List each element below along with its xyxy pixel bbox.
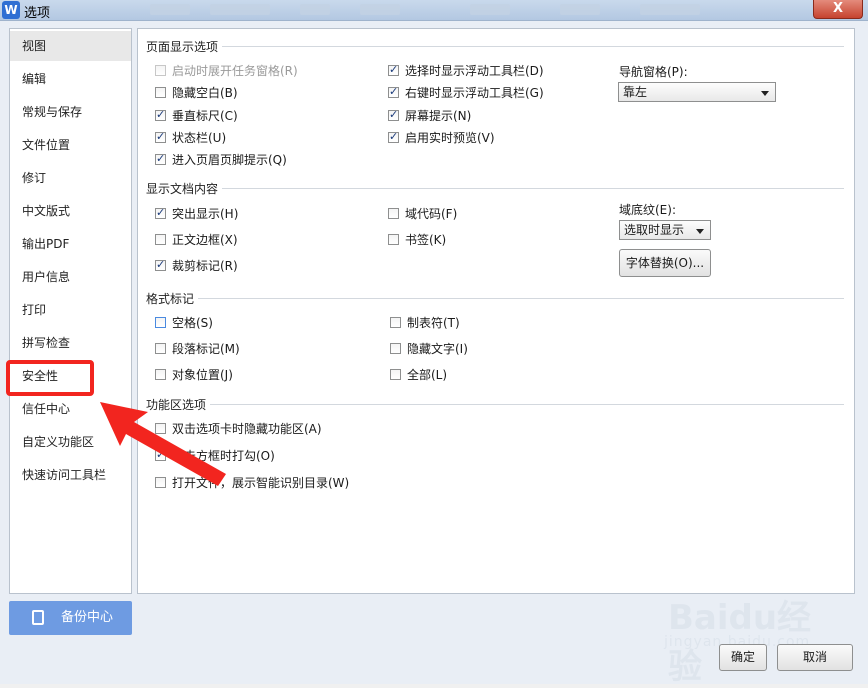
checkbox[interactable]: [390, 369, 401, 380]
sidebar-item-view[interactable]: 视图: [10, 31, 131, 61]
ok-button[interactable]: 确定: [719, 644, 767, 671]
checkbox[interactable]: [155, 369, 166, 380]
backup-icon: [32, 610, 44, 625]
checkbox[interactable]: [390, 317, 401, 328]
sidebar-item-customize-ribbon[interactable]: 自定义功能区: [10, 427, 131, 457]
sidebar-item-print[interactable]: 打印: [10, 295, 131, 325]
checkbox[interactable]: [155, 205, 166, 221]
sidebar-item-general-save[interactable]: 常规与保存: [10, 97, 131, 127]
checkbox[interactable]: [388, 107, 399, 123]
nav-pane-label: 导航窗格(P):: [619, 65, 688, 79]
options-panel: 页面显示选项 启动时展开任务窗格(R) 隐藏空白(B) 垂直标尺(C) 状态栏(…: [137, 28, 855, 594]
options-sidebar: 视图 编辑 常规与保存 文件位置 修订 中文版式 输出PDF 用户信息 打印 拼…: [9, 28, 132, 594]
backup-center-button[interactable]: 备份中心: [9, 601, 132, 635]
divider: [198, 298, 844, 299]
background-blur: [360, 4, 400, 15]
divider: [222, 188, 844, 189]
sidebar-item-spell-check[interactable]: 拼写检查: [10, 328, 131, 358]
nav-pane-select[interactable]: 靠左: [618, 82, 776, 102]
sidebar-item-edit[interactable]: 编辑: [10, 64, 131, 94]
background-blur: [470, 4, 510, 15]
security-highlight-box: [6, 360, 94, 396]
background-blur: [560, 4, 600, 15]
checkbox[interactable]: [155, 257, 166, 273]
sidebar-item-user-info[interactable]: 用户信息: [10, 262, 131, 292]
checkbox[interactable]: [155, 447, 166, 463]
checkbox[interactable]: [388, 84, 399, 100]
sidebar-item-chinese-layout[interactable]: 中文版式: [10, 196, 131, 226]
sidebar-item-file-location[interactable]: 文件位置: [10, 130, 131, 160]
chevron-down-icon: [761, 91, 769, 96]
checkbox[interactable]: [390, 343, 401, 354]
section-title-ribbon: 功能区选项: [146, 398, 207, 412]
checkbox[interactable]: [388, 62, 399, 78]
window-title: 选项: [24, 6, 51, 21]
section-title-page-display: 页面显示选项: [146, 40, 219, 54]
checkbox[interactable]: [155, 317, 166, 328]
sidebar-item-revision[interactable]: 修订: [10, 163, 131, 193]
checkbox[interactable]: [155, 87, 166, 98]
field-shading-select[interactable]: 选取时显示: [619, 220, 711, 240]
checkbox[interactable]: [388, 129, 399, 145]
checkbox[interactable]: [155, 65, 166, 76]
sidebar-item-trust-center[interactable]: 信任中心: [10, 394, 131, 424]
field-shading-label: 域底纹(E):: [619, 203, 676, 217]
sidebar-item-quick-access-toolbar[interactable]: 快速访问工具栏: [10, 460, 131, 490]
section-title-format-marks: 格式标记: [146, 292, 195, 306]
background-blur: [640, 4, 700, 15]
wps-app-icon: W: [2, 1, 20, 19]
backup-center-label: 备份中心: [61, 610, 114, 625]
divider: [210, 404, 844, 405]
checkbox[interactable]: [155, 107, 166, 123]
font-replace-button[interactable]: 字体替换(O)...: [619, 249, 711, 277]
cancel-button[interactable]: 取消: [777, 644, 853, 671]
checkbox[interactable]: [155, 423, 166, 434]
checkbox[interactable]: [155, 129, 166, 145]
checkbox[interactable]: [388, 208, 399, 219]
background-blur: [150, 4, 190, 15]
checkbox[interactable]: [388, 234, 399, 245]
close-button[interactable]: X: [813, 0, 863, 19]
background-blur: [300, 4, 330, 15]
checkbox[interactable]: [155, 234, 166, 245]
section-title-doc-content: 显示文档内容: [146, 182, 219, 196]
checkbox[interactable]: [155, 343, 166, 354]
background-blur: [210, 4, 270, 15]
divider: [222, 46, 844, 47]
title-bar: W 选项 X: [0, 0, 868, 21]
checkbox[interactable]: [155, 151, 166, 167]
sidebar-item-export-pdf[interactable]: 输出PDF: [10, 229, 131, 259]
chevron-down-icon: [696, 229, 704, 234]
checkbox[interactable]: [155, 477, 166, 488]
